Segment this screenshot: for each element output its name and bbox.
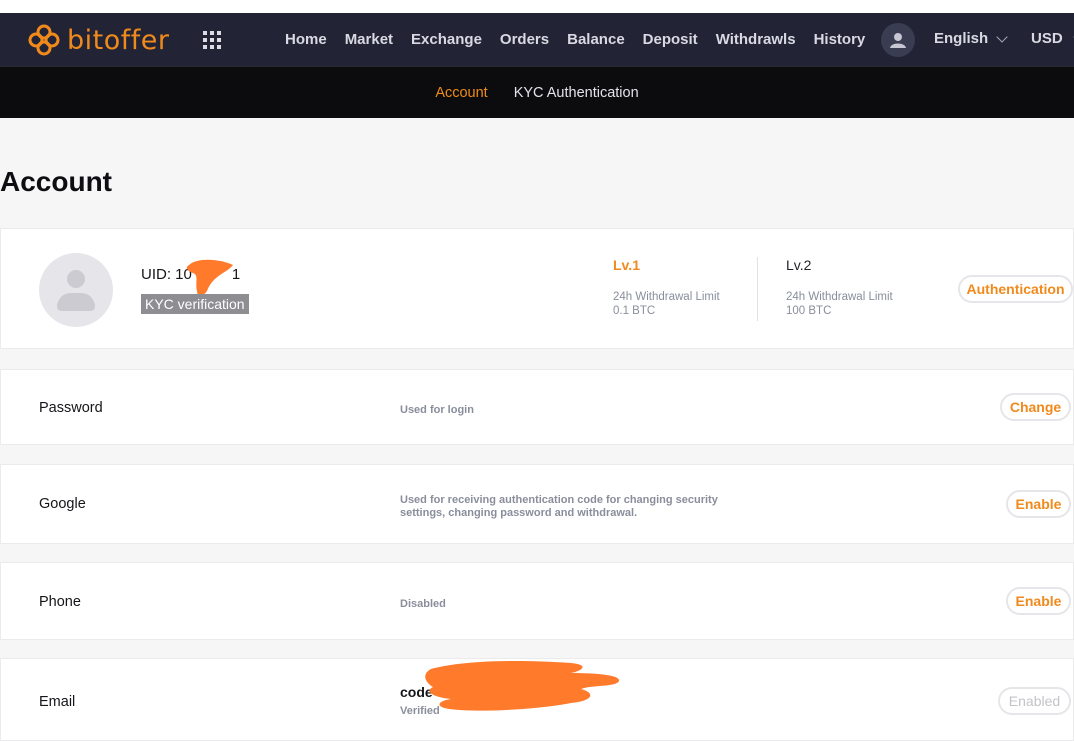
language-selector[interactable]: English: [934, 30, 1008, 47]
redaction-scribble: [425, 661, 620, 711]
level-2-limit: 24h Withdrawal Limit 100 BTC: [786, 290, 893, 318]
google-desc: Used for receiving authentication code f…: [400, 494, 718, 520]
password-desc: Used for login: [400, 404, 474, 416]
email-label: Email: [39, 694, 76, 710]
phone-desc: Disabled: [400, 598, 446, 610]
email-row: Email code Verified Enabled: [0, 658, 1074, 741]
authentication-button[interactable]: Authentication: [958, 275, 1073, 303]
password-row: Password Used for login Change: [0, 369, 1074, 445]
level-2-limit-label: 24h Withdrawal Limit: [786, 291, 893, 303]
level-1-info: Lv.1 24h Withdrawal Limit 0.1 BTC: [613, 257, 720, 318]
nav-withdrawls[interactable]: Withdrawls: [716, 31, 796, 48]
bitoffer-logo-icon: [28, 24, 60, 56]
change-password-button[interactable]: Change: [1000, 393, 1071, 421]
avatar: [39, 253, 113, 327]
nav-history[interactable]: History: [814, 31, 866, 48]
nav-deposit[interactable]: Deposit: [643, 31, 698, 48]
tab-account[interactable]: Account: [435, 85, 487, 101]
google-desc-line-2: settings, changing password and withdraw…: [400, 507, 638, 519]
sub-navbar: Account KYC Authentication: [0, 66, 1074, 118]
kyc-verification-badge[interactable]: KYC verification: [141, 294, 249, 314]
top-navbar: bitoffer Home Market Exchange Orders Bal…: [0, 13, 1074, 66]
enable-google-button[interactable]: Enable: [1006, 490, 1071, 518]
avatar-head-icon: [67, 270, 85, 288]
password-label: Password: [39, 400, 103, 416]
level-1-limit: 24h Withdrawal Limit 0.1 BTC: [613, 290, 720, 318]
brand-name: bitoffer: [67, 24, 170, 56]
enable-phone-button[interactable]: Enable: [1006, 587, 1071, 615]
apps-grid-icon[interactable]: [203, 31, 221, 49]
avatar-body-icon: [57, 293, 95, 311]
user-icon[interactable]: [881, 23, 915, 57]
nav-balance[interactable]: Balance: [567, 31, 625, 48]
brand-logo[interactable]: bitoffer: [27, 23, 169, 57]
email-enabled-button[interactable]: Enabled: [998, 687, 1071, 715]
google-label: Google: [39, 496, 86, 512]
level-1-limit-label: 24h Withdrawal Limit: [613, 291, 720, 303]
chevron-down-icon: [996, 30, 1008, 43]
google-row: Google Used for receiving authentication…: [0, 464, 1074, 544]
level-2-info: Lv.2 24h Withdrawal Limit 100 BTC: [786, 257, 893, 318]
main-nav: Home Market Exchange Orders Balance Depo…: [276, 13, 874, 66]
level-1-limit-value: 0.1 BTC: [613, 305, 656, 317]
profile-card: UID: 10 1 KYC verification Lv.1 24h Withd…: [0, 228, 1074, 349]
nav-exchange[interactable]: Exchange: [411, 31, 482, 48]
nav-home[interactable]: Home: [285, 31, 327, 48]
page-title: Account: [0, 166, 112, 197]
level-2-label: Lv.2: [786, 257, 812, 273]
nav-market[interactable]: Market: [345, 31, 393, 48]
tab-kyc-authentication[interactable]: KYC Authentication: [514, 85, 639, 101]
level-1-label: Lv.1: [613, 257, 640, 273]
currency-selector[interactable]: USD: [1031, 30, 1074, 47]
main-content: Account UID: 10 1 KYC verification Lv.1 2…: [0, 118, 1074, 741]
phone-label: Phone: [39, 594, 81, 610]
phone-row: Phone Disabled Enable: [0, 562, 1074, 640]
user-avatar-icon: [890, 33, 906, 48]
google-desc-line-1: Used for receiving authentication code f…: [400, 494, 718, 506]
currency-label: USD: [1031, 30, 1063, 47]
level-divider: [757, 257, 758, 321]
nav-orders[interactable]: Orders: [500, 31, 549, 48]
language-label: English: [934, 30, 989, 47]
level-2-limit-value: 100 BTC: [786, 305, 832, 317]
